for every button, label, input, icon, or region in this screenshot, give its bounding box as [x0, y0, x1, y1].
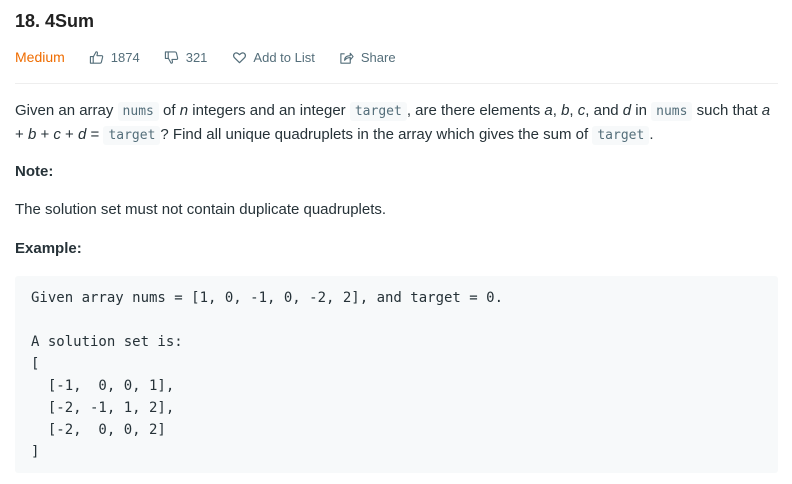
- math-var-a: a: [544, 102, 553, 119]
- math-operator: +: [60, 126, 78, 143]
- desc-text: ? Find all unique quadruplets in the arr…: [160, 126, 593, 143]
- desc-text: integers and an integer: [188, 102, 350, 119]
- header-divider: [15, 83, 778, 84]
- math-operator: +: [15, 126, 28, 143]
- thumbs-up-icon: [89, 49, 105, 65]
- inline-code-target: target: [349, 102, 407, 121]
- inline-code-nums: nums: [651, 102, 693, 121]
- desc-text: ,: [552, 102, 562, 119]
- desc-text: .: [649, 126, 654, 143]
- note-text: The solution set must not contain duplic…: [15, 201, 387, 218]
- dislike-count: 321: [185, 49, 208, 65]
- desc-text: Given an array: [15, 102, 118, 119]
- math-operator: =: [86, 126, 104, 143]
- example-heading: Example:: [15, 240, 82, 257]
- add-to-list-button[interactable]: Add to List: [231, 49, 315, 65]
- desc-text: , and: [585, 102, 623, 119]
- desc-text: ,: [569, 102, 578, 119]
- math-var-c: c: [53, 126, 61, 143]
- desc-text: in: [631, 102, 652, 119]
- thumbs-down-icon: [164, 49, 180, 65]
- difficulty-badge: Medium: [15, 49, 65, 65]
- inline-code-target: target: [103, 126, 161, 145]
- inline-code-target: target: [592, 126, 650, 145]
- math-var-a: a: [761, 102, 771, 119]
- math-operator: +: [36, 126, 54, 143]
- desc-text: of: [158, 102, 180, 119]
- like-button[interactable]: 1874: [89, 49, 140, 65]
- desc-text: , are there elements: [406, 102, 545, 119]
- add-to-list-label: Add to List: [253, 49, 315, 65]
- share-button[interactable]: Share: [339, 49, 396, 65]
- problem-description: Given an array nums of n integers and an…: [15, 99, 778, 147]
- description-paragraph: Given an array nums of n integers and an…: [15, 99, 778, 147]
- heart-icon: [231, 49, 247, 65]
- problem-title: 18. 4Sum: [15, 11, 95, 31]
- note-heading: Note:: [15, 163, 54, 180]
- share-icon: [339, 49, 355, 65]
- math-var-d: d: [622, 102, 632, 119]
- dislike-button[interactable]: 321: [164, 49, 208, 65]
- share-label: Share: [360, 49, 396, 65]
- like-count: 1874: [110, 49, 140, 65]
- example-code-block: Given array nums = [1, 0, -1, 0, -2, 2],…: [15, 276, 778, 473]
- inline-code-nums: nums: [117, 102, 159, 121]
- example-code: Given array nums = [1, 0, -1, 0, -2, 2],…: [31, 290, 504, 460]
- desc-text: such that: [692, 102, 762, 119]
- math-var-n: n: [179, 102, 189, 119]
- problem-meta-bar: Medium 1874 321 Add to List Share: [15, 47, 420, 67]
